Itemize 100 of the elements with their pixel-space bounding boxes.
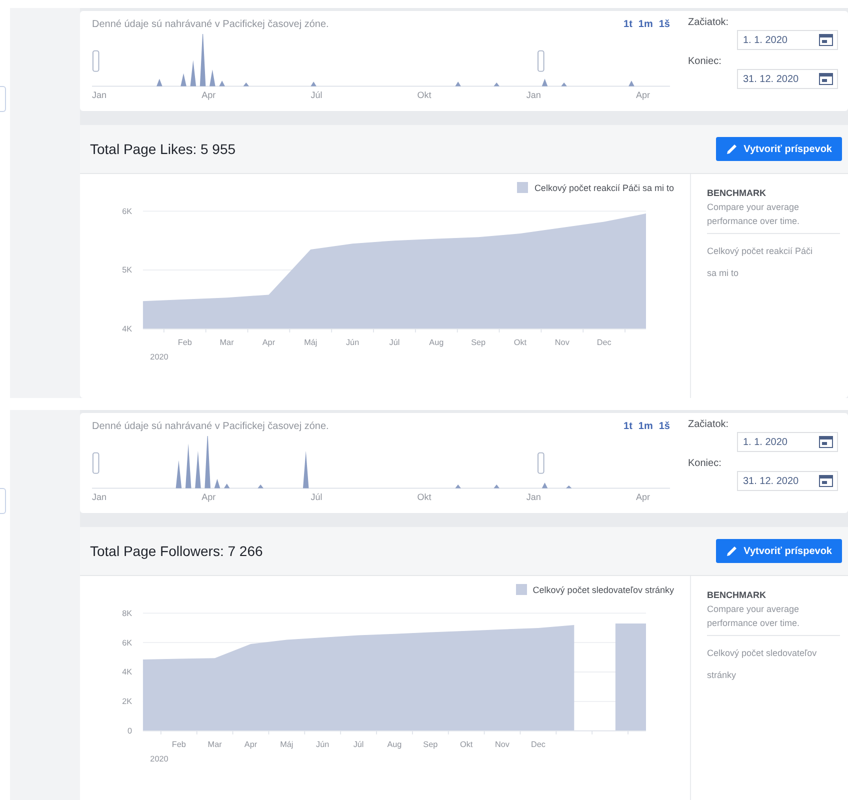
date-field[interactable]: 1. 1. 2020 — [737, 30, 838, 50]
x-tick-label: Nov — [495, 740, 510, 750]
x-tick-label: Aug — [387, 740, 402, 750]
create-post-button[interactable]: Vytvoriť príspevok — [716, 539, 842, 563]
sparkline-spike — [310, 82, 316, 86]
sparkline-spike — [176, 460, 182, 488]
legend-label: Celkový počet reakcií Páči sa mi to — [534, 182, 674, 192]
benchmark-description: Compare your average performance over time. — [707, 603, 801, 630]
x-tick-label: Nov — [554, 338, 570, 348]
axis-label: Júl — [310, 492, 322, 502]
x-tick-label: Dec — [530, 740, 546, 750]
calendar-icon[interactable] — [819, 34, 833, 46]
sparkline-spike — [542, 78, 548, 86]
calendar-icon[interactable] — [819, 436, 833, 448]
x-tick-label: Jún — [346, 338, 360, 348]
y-tick-label: 2K — [122, 697, 132, 706]
range-link[interactable]: 1t — [624, 19, 632, 30]
y-tick-label: 0 — [128, 726, 132, 736]
x-tick-label: Feb — [172, 740, 186, 750]
axis-label: Jan — [92, 492, 107, 502]
axis-label: Okt — [417, 492, 432, 502]
y-tick-label: 8K — [122, 608, 132, 618]
range-handle[interactable] — [538, 452, 544, 474]
x-tick-label: Okt — [514, 338, 527, 348]
card-title: Total Page Followers: 7 266 — [90, 543, 263, 559]
x-tick-label: Mar — [208, 740, 222, 750]
benchmark-title: BENCHMARK — [707, 590, 767, 600]
x-tick-label: Sep — [471, 338, 486, 348]
axis-label: Apr — [202, 492, 216, 502]
sparkline-spike — [542, 482, 548, 488]
sparkline-spike — [219, 80, 225, 86]
benchmark-description: Compare your average performance over time. — [707, 201, 801, 228]
side-tab[interactable] — [0, 488, 6, 514]
axis-label: Apr — [202, 90, 216, 100]
timezone-note: Denné údaje sú nahrávané v Pacifickej časovej zóne. — [92, 19, 329, 30]
axis-label: Jan — [526, 90, 541, 100]
range-link[interactable]: 1t — [624, 421, 632, 432]
legend-label: Celkový počet sledovateľov stránky — [532, 584, 674, 594]
x-tick-label: Okt — [460, 740, 473, 750]
sparkline-spike — [190, 60, 196, 86]
range-link[interactable]: 1m — [638, 421, 653, 432]
sparkline-spike — [566, 485, 572, 488]
sparkline-spike — [258, 484, 264, 488]
sparkline-spike — [204, 436, 210, 488]
timezone-note: Denné údaje sú nahrávané v Pacifickej časovej zóne. — [92, 421, 329, 432]
x-tick-label: Júl — [389, 338, 400, 348]
calendar-icon[interactable] — [819, 475, 833, 487]
sparkline-spike — [455, 484, 461, 488]
axis-label: Júl — [310, 90, 322, 100]
x-tick-label: Feb — [178, 338, 192, 348]
sparkline-spike — [185, 443, 192, 488]
axis-label: Jan — [92, 90, 107, 100]
sparkline-spike — [302, 450, 309, 488]
x-tick-label: Máj — [304, 338, 318, 348]
range-link[interactable]: 1m — [638, 19, 653, 30]
y-tick-label: 4K — [122, 324, 132, 334]
sparkline-spike — [180, 73, 186, 86]
range-link[interactable]: 1š — [658, 421, 670, 432]
pencil-icon — [726, 143, 738, 155]
calendar-icon[interactable] — [819, 73, 833, 85]
axis-label: Apr — [636, 90, 650, 100]
x-tick-label: Sep — [423, 740, 438, 750]
y-tick-label: 6K — [122, 638, 132, 648]
x-axis-label: 2020 — [150, 754, 168, 764]
range-link[interactable]: 1š — [658, 19, 670, 30]
benchmark-metric[interactable]: Celkový počet sledovateľov stránky — [707, 642, 817, 686]
date-label: Koniec: — [688, 458, 722, 469]
x-tick-label: Júl — [353, 740, 364, 750]
x-tick-label: Mar — [220, 338, 234, 348]
date-field[interactable]: 31. 12. 2020 — [737, 471, 838, 491]
sparkline-spike — [561, 82, 567, 86]
x-tick-label: Jún — [316, 740, 330, 750]
benchmark-metric[interactable]: Celkový počet reakcií Páči sa mi to — [707, 240, 817, 284]
x-tick-label: Máj — [280, 740, 294, 750]
x-tick-label: Dec — [596, 338, 612, 348]
sparkline-spike — [628, 80, 634, 86]
x-tick-label: Apr — [244, 740, 258, 750]
create-post-button[interactable]: Vytvoriť príspevok — [716, 137, 842, 161]
sparkline-spike — [195, 450, 201, 488]
benchmark-title: BENCHMARK — [707, 188, 767, 198]
range-handle[interactable] — [538, 50, 544, 72]
y-tick-label: 4K — [122, 668, 132, 677]
date-label: Začiatok: — [688, 17, 730, 28]
axis-label: Okt — [417, 90, 432, 100]
side-tab[interactable] — [0, 86, 6, 112]
x-tick-label: Apr — [262, 338, 276, 348]
axis-label: Apr — [636, 492, 650, 502]
date-field[interactable]: 31. 12. 2020 — [737, 69, 838, 89]
range-handle[interactable] — [92, 50, 100, 72]
sparkline-spike — [156, 78, 162, 86]
x-axis-label: 2020 — [150, 352, 168, 362]
axis-label: Jan — [526, 492, 541, 502]
sparkline-spike — [243, 82, 250, 86]
card-title: Total Page Likes: 5 955 — [90, 141, 236, 157]
y-tick-label: 5K — [122, 266, 132, 275]
pencil-icon — [726, 545, 738, 557]
x-tick-label: Aug — [429, 338, 444, 348]
date-field[interactable]: 1. 1. 2020 — [737, 432, 838, 452]
date-label: Koniec: — [688, 56, 722, 67]
range-handle[interactable] — [92, 452, 100, 474]
